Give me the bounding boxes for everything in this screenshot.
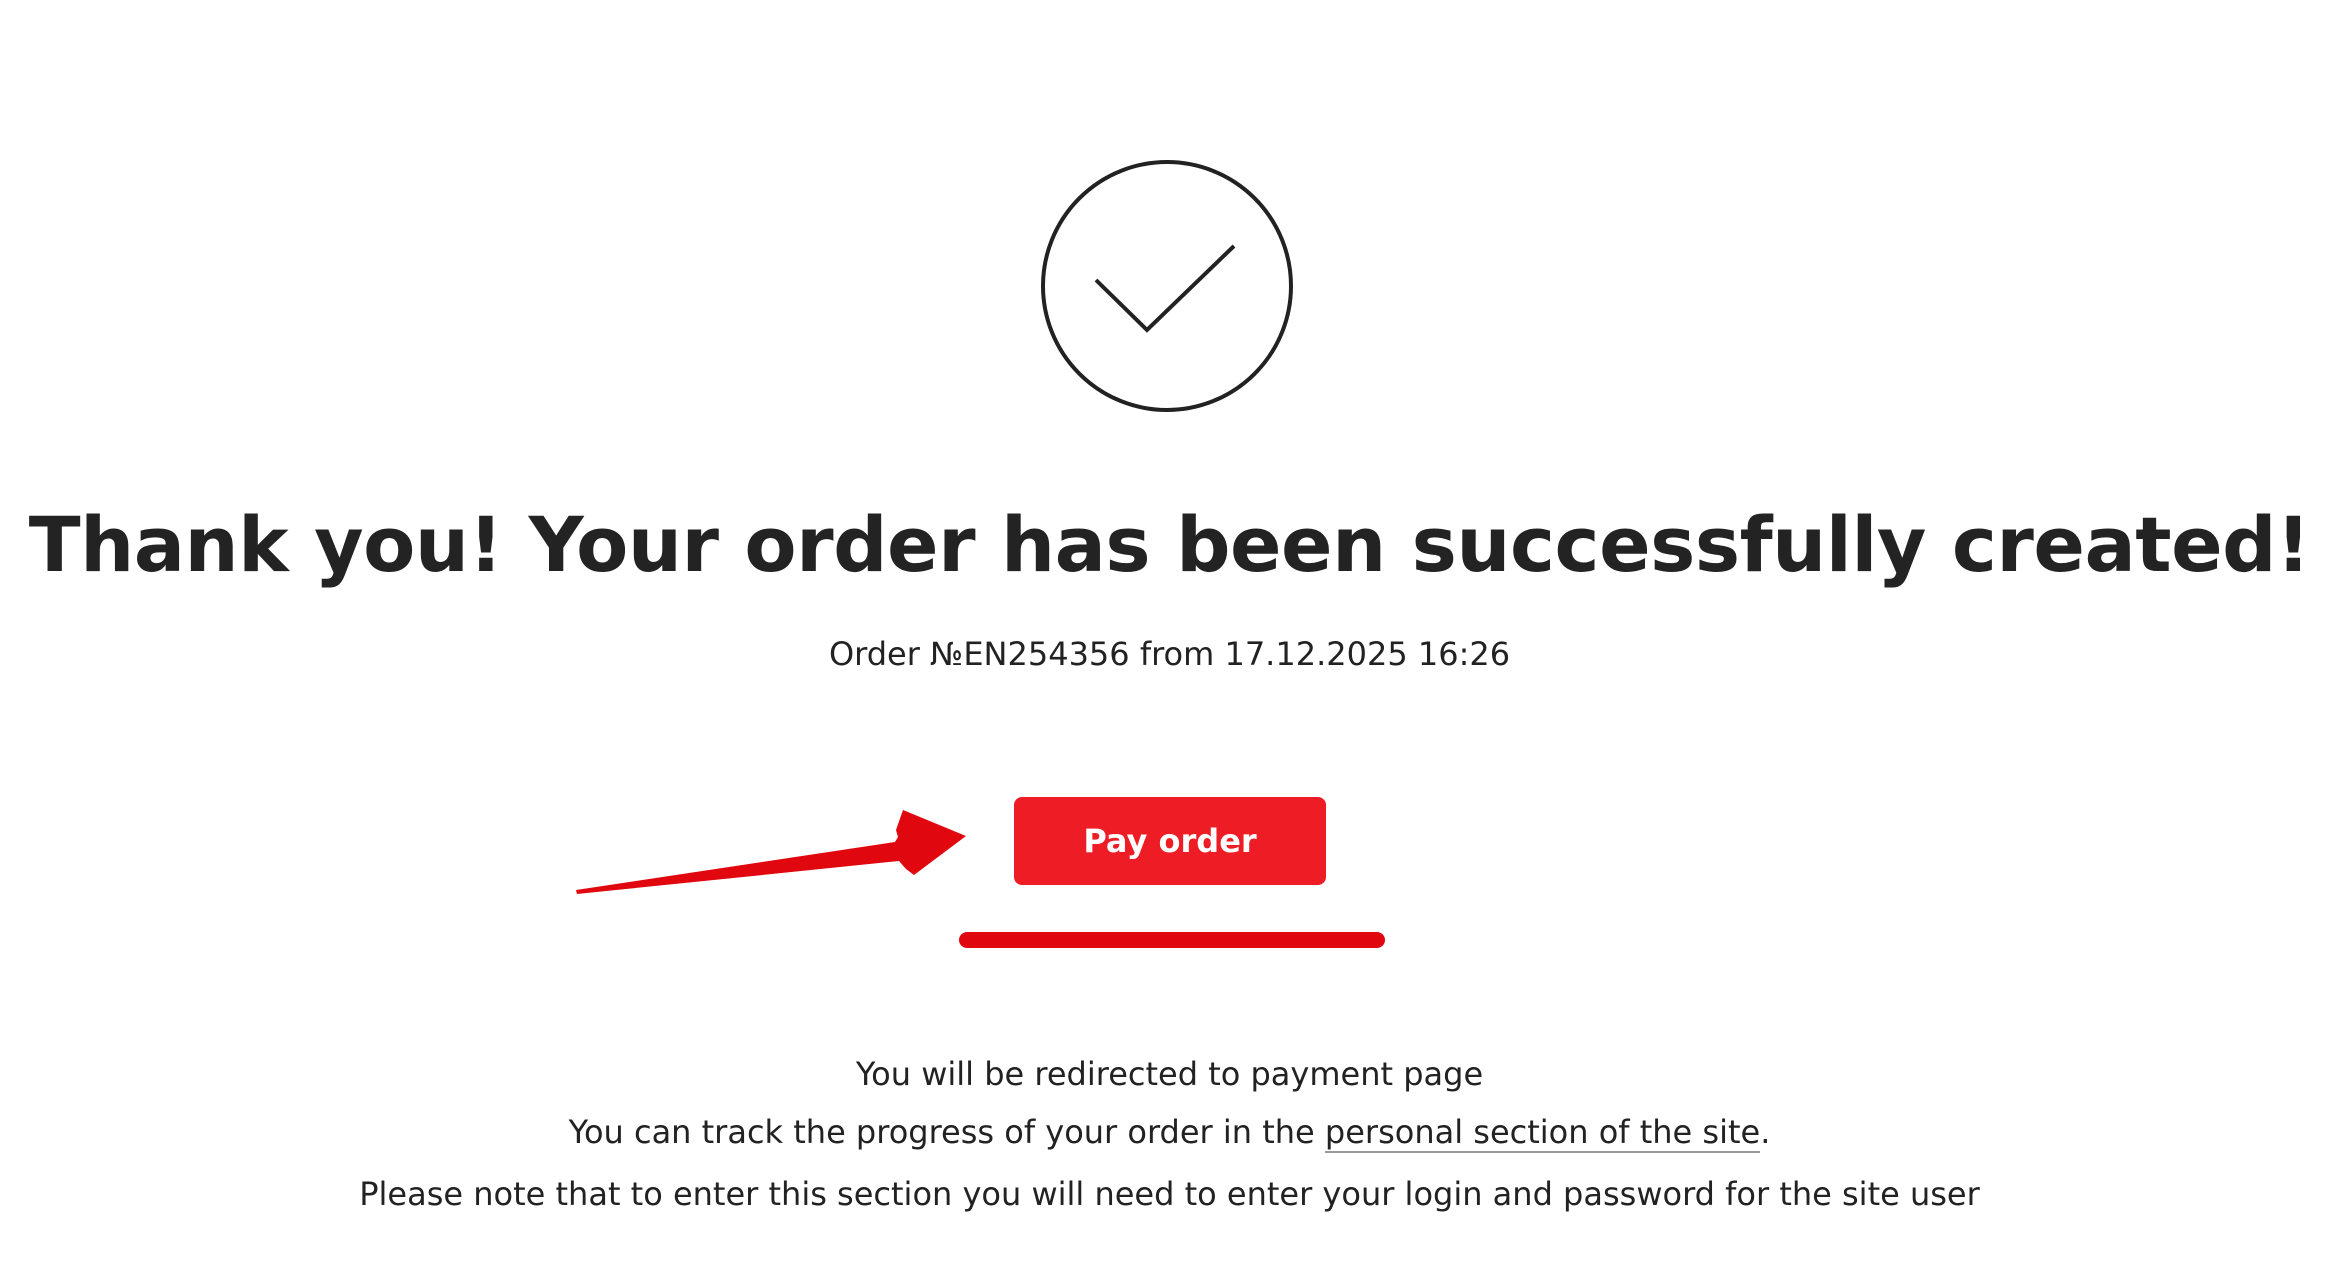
track-notice-prefix: You can track the progress of your order… <box>568 1113 1325 1151</box>
order-number: Order №EN254356 from 17.12.2025 16:26 <box>828 635 1511 673</box>
page-title: Thank you! Your order has been successfu… <box>28 500 2311 589</box>
track-notice-suffix: . <box>1760 1113 1771 1151</box>
checkmark-circle-icon <box>1041 160 1293 412</box>
track-order-notice: You can track the progress of your order… <box>0 1110 2339 1154</box>
login-notice: Please note that to enter this section y… <box>359 1175 1980 1213</box>
annotation-arrow-icon <box>576 810 966 894</box>
redirect-notice: You will be redirected to payment page <box>855 1055 1484 1093</box>
personal-section-link[interactable]: personal section of the site <box>1324 1113 1761 1153</box>
pay-order-button[interactable]: Pay order <box>1014 797 1326 885</box>
